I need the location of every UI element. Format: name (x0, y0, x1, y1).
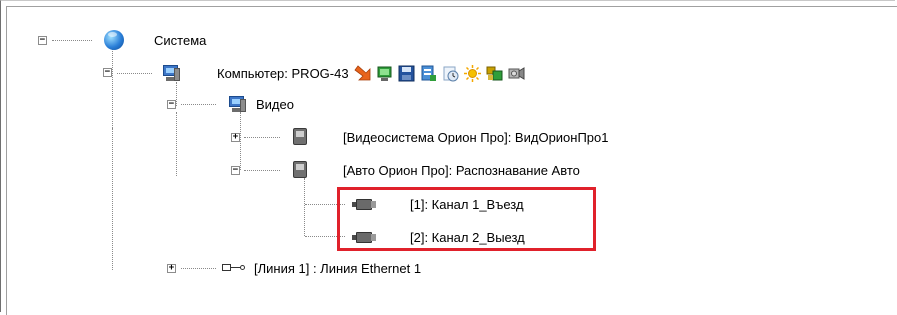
tree-node-sistema[interactable]: Система (103, 29, 206, 51)
monitor-green-icon[interactable] (376, 65, 393, 82)
collapse-toggle-video[interactable]: − (167, 100, 176, 109)
tree-node-line[interactable]: [Линия 1] : Линия Ethernet 1 (220, 257, 421, 279)
expand-toggle-video-system[interactable]: + (231, 133, 240, 142)
tree-connector (112, 128, 113, 270)
tree-connector (240, 112, 241, 170)
clock-icon[interactable] (442, 65, 459, 82)
tree-connector (117, 73, 152, 74)
video-server-icon (288, 159, 310, 181)
expand-toggle-line[interactable]: + (167, 264, 176, 273)
tree-node-label: Компьютер: PROG-43 (217, 65, 349, 81)
computer-icon (226, 93, 248, 115)
document-blue-icon[interactable] (420, 65, 437, 82)
tree-node-label: [Авто Орион Про]: Распознавание Авто (343, 162, 580, 178)
video-server-icon (288, 126, 310, 148)
tree-connector (181, 104, 216, 105)
tree-connector (304, 178, 305, 236)
modules-icon[interactable] (486, 65, 503, 82)
tree-node-label: Видео (256, 96, 294, 112)
tree-node-auto-orion[interactable]: [Авто Орион Про]: Распознавание Авто (288, 159, 580, 181)
tree-node-computer[interactable]: Компьютер: PROG-43 (160, 62, 530, 84)
tree-connector (176, 82, 177, 106)
tree-connector (176, 112, 177, 176)
arrow-event-icon[interactable] (354, 64, 371, 82)
computer-icon (160, 62, 182, 84)
tree-connector (244, 170, 280, 171)
tree-node-label: Система (154, 32, 207, 48)
tree-connector (181, 268, 216, 269)
tree-node-video[interactable]: Видео (226, 93, 294, 115)
interface-line-icon (220, 257, 248, 279)
highlight-annotation (337, 187, 596, 251)
collapse-toggle-computer[interactable]: − (103, 68, 112, 77)
tree-node-label: [Видеосистема Орион Про]: ВидОрионПро1 (343, 129, 609, 145)
camera-gray-icon[interactable] (508, 65, 525, 82)
computer-toolbar (354, 64, 530, 82)
sun-icon[interactable] (463, 64, 481, 82)
tree-node-label: [Линия 1] : Линия Ethernet 1 (254, 260, 422, 276)
tree-connector (244, 137, 280, 138)
tree-node-video-system[interactable]: [Видеосистема Орион Про]: ВидОрионПро1 (288, 126, 609, 148)
collapse-toggle-sistema[interactable]: − (38, 36, 47, 45)
tree-connector (52, 40, 92, 41)
globe-icon (103, 29, 125, 51)
tree-connector (112, 48, 113, 128)
save-disk-icon[interactable] (398, 65, 415, 82)
collapse-toggle-auto-orion[interactable]: − (231, 166, 240, 175)
